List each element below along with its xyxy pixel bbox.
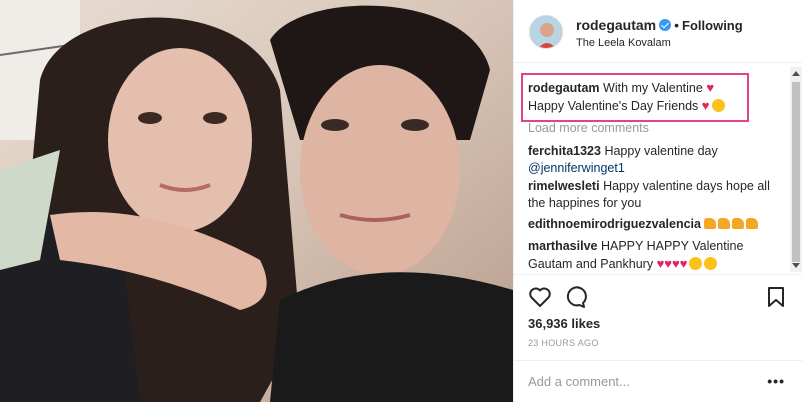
- comment-username[interactable]: rimelwesleti: [528, 179, 600, 193]
- more-options-icon[interactable]: •••: [767, 373, 785, 389]
- red-heart-icon: ♥: [701, 98, 710, 113]
- add-comment-input[interactable]: [528, 371, 758, 391]
- post-timestamp: 23 HOURS AGO: [528, 338, 599, 348]
- comment-username[interactable]: ferchita1323: [528, 144, 601, 158]
- comment-text: Happy valentine day: [604, 144, 718, 158]
- load-more-comments-link[interactable]: Load more comments: [528, 121, 649, 135]
- post-location[interactable]: The Leela Kovalam: [576, 37, 671, 49]
- comment-mention-link[interactable]: @jenniferwinget1: [528, 161, 625, 175]
- comment-username[interactable]: marthasilve: [528, 239, 597, 253]
- comment-item: edithnoemirodriguezvalencia: [528, 216, 783, 233]
- post-username[interactable]: rodegautam: [576, 17, 656, 33]
- post-side-panel: rodegautam • Following The Leela Kovalam r…: [513, 0, 802, 402]
- header-user-row: rodegautam • Following: [576, 17, 743, 33]
- separator-dot: •: [674, 17, 680, 33]
- caption-highlight: rodegautam With my Valentine ♥ Happy Val…: [521, 73, 749, 122]
- avatar[interactable]: [529, 15, 563, 49]
- post-header: rodegautam • Following The Leela Kovalam: [514, 0, 802, 63]
- post-photo[interactable]: [0, 0, 513, 402]
- comment-item: ferchita1323 Happy valentine day @jennif…: [528, 143, 783, 177]
- winking-face-icon: [704, 257, 718, 270]
- heart-outline-icon[interactable]: [528, 285, 552, 309]
- bookmark-icon[interactable]: [764, 285, 788, 309]
- likes-count[interactable]: 36,936 likes: [528, 316, 600, 331]
- comment-item: rimelwesleti Happy valentine days hope a…: [528, 178, 783, 212]
- scroll-down-arrow-icon[interactable]: [792, 263, 800, 268]
- red-heart-icon: ♥: [706, 80, 715, 95]
- comments-section: rodegautam With my Valentine ♥ Happy Val…: [514, 64, 802, 274]
- smiling-face-icon: [711, 99, 725, 112]
- caption-line1: With my Valentine: [603, 81, 703, 95]
- comment-username[interactable]: edithnoemirodriguezvalencia: [528, 217, 701, 231]
- red-heart-icon: ♥♥♥♥: [656, 256, 688, 271]
- thumbs-down-emoji-icon: [746, 218, 759, 229]
- comment-item: marthasilve HAPPY HAPPY Valentine Gautam…: [528, 238, 783, 273]
- caption-username[interactable]: rodegautam: [528, 81, 600, 95]
- grinning-face-icon: [689, 257, 703, 270]
- thumbs-down-emoji-icon: [718, 218, 731, 229]
- thumbs-down-emoji-icon: [732, 218, 745, 229]
- scroll-up-arrow-icon[interactable]: [792, 71, 800, 76]
- thumbs-down-emoji-icon: [704, 218, 717, 229]
- comment-bubble-icon[interactable]: [563, 285, 587, 309]
- following-button[interactable]: Following: [682, 18, 743, 33]
- verified-badge-icon: [659, 19, 672, 31]
- couple-photo-image: [0, 0, 513, 402]
- scrollbar-thumb[interactable]: [792, 82, 800, 262]
- add-comment-bar: •••: [514, 360, 802, 402]
- caption-line2: Happy Valentine's Day Friends: [528, 99, 699, 113]
